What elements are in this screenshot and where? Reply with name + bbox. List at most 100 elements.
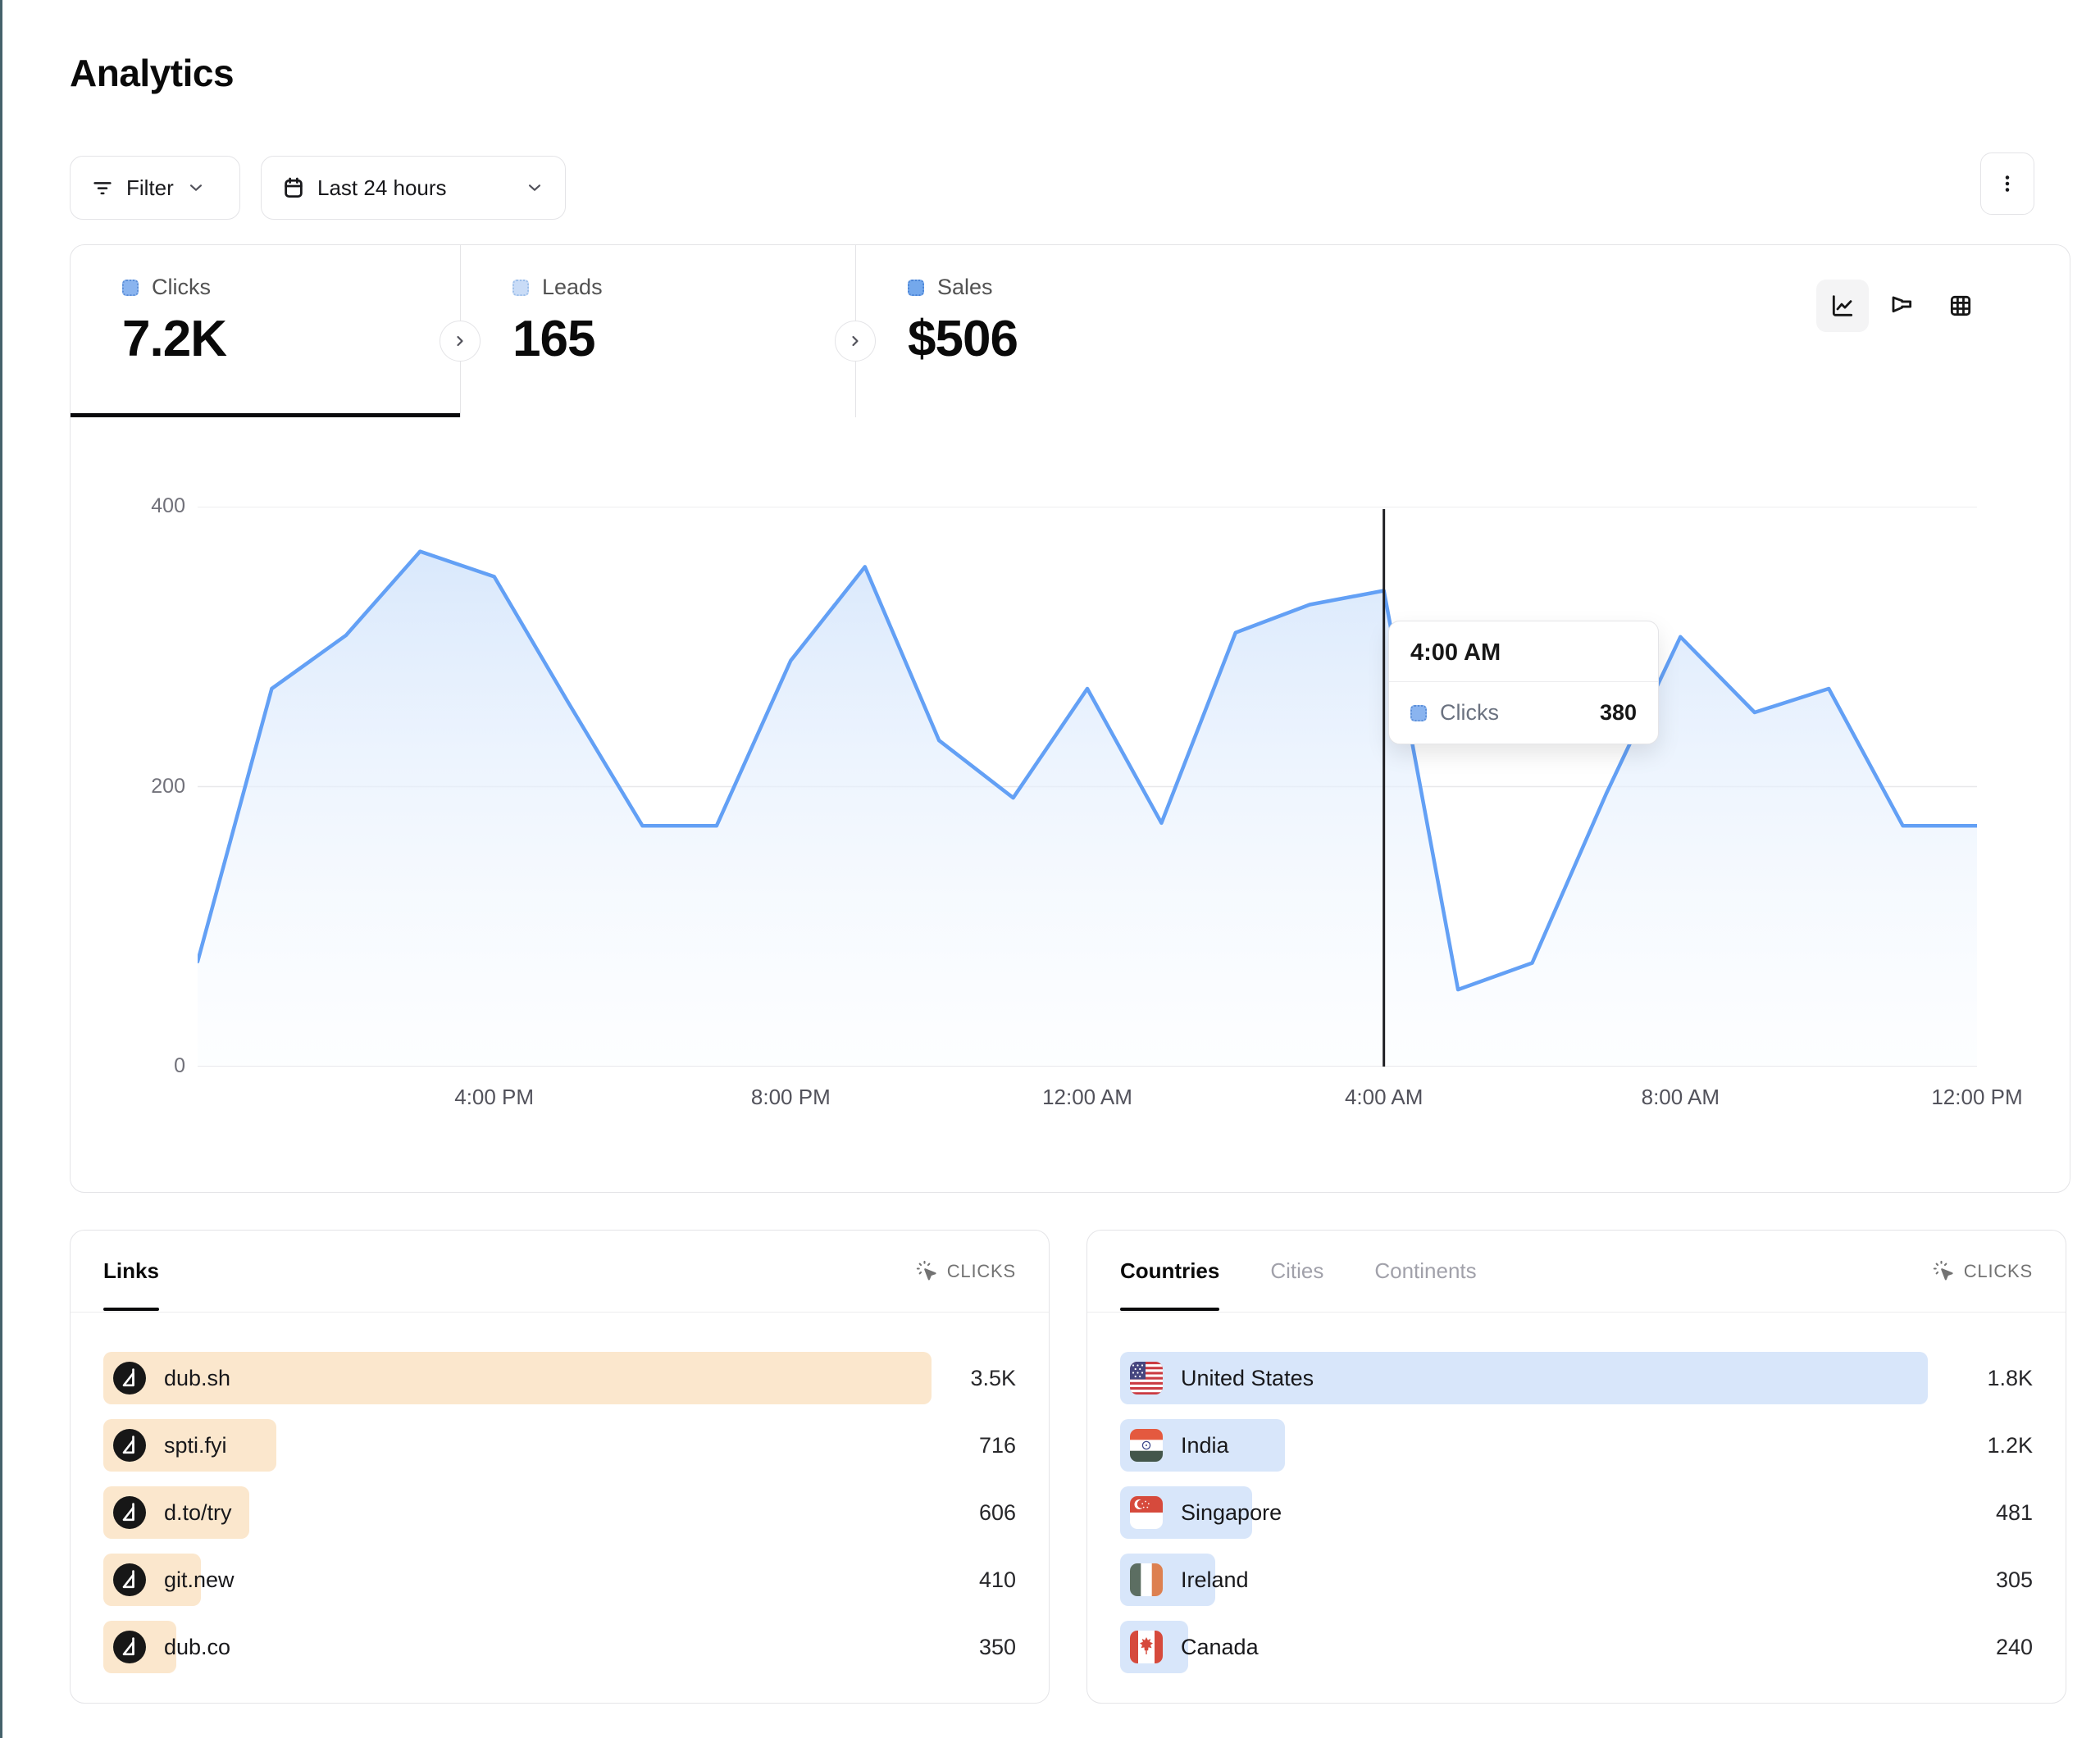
clicks-legend-square bbox=[1410, 705, 1427, 721]
link-label: dub.sh bbox=[164, 1366, 230, 1391]
country-label: Singapore bbox=[1181, 1500, 1282, 1526]
filter-button[interactable]: Filter bbox=[70, 156, 240, 220]
dub-favicon-icon bbox=[113, 1563, 146, 1596]
legend-square bbox=[122, 280, 139, 296]
stat-value: 165 bbox=[512, 310, 855, 368]
ca-flag-icon bbox=[1130, 1631, 1163, 1663]
stat-label: Leads bbox=[542, 275, 603, 300]
country-row[interactable]: India1.2K bbox=[1120, 1419, 2033, 1472]
link-clicks-value: 410 bbox=[979, 1567, 1016, 1593]
dub-favicon-icon bbox=[113, 1631, 146, 1663]
funnel-chart-icon bbox=[1888, 293, 1915, 319]
country-clicks-value: 1.8K bbox=[1987, 1366, 2033, 1391]
window-left-edge bbox=[0, 0, 2, 1738]
countries-panel: Countries Cities Continents CLICKS Unite… bbox=[1086, 1230, 2066, 1704]
filter-label: Filter bbox=[126, 175, 174, 201]
y-tick-label: 400 bbox=[103, 494, 185, 518]
link-label: spti.fyi bbox=[164, 1433, 227, 1458]
legend-square bbox=[908, 280, 924, 296]
x-tick-label: 4:00 PM bbox=[429, 1085, 560, 1110]
date-range-button[interactable]: Last 24 hours bbox=[261, 156, 566, 220]
y-tick-label: 0 bbox=[103, 1054, 185, 1078]
funnel-chart-toggle[interactable] bbox=[1875, 280, 1928, 332]
link-clicks-value: 716 bbox=[979, 1433, 1016, 1458]
country-clicks-value: 1.2K bbox=[1987, 1433, 2033, 1458]
analytics-page: Analytics Filter Last 24 hours Clicks 7.2… bbox=[0, 0, 2100, 1738]
stat-label: Sales bbox=[937, 275, 993, 300]
tooltip-time: 4:00 AM bbox=[1389, 621, 1658, 682]
more-menu-button[interactable] bbox=[1980, 152, 2034, 215]
x-tick-label: 8:00 AM bbox=[1615, 1085, 1746, 1110]
country-label: Ireland bbox=[1181, 1567, 1249, 1593]
link-clicks-value: 350 bbox=[979, 1635, 1016, 1660]
countries-metric-selector[interactable]: CLICKS bbox=[1933, 1260, 2033, 1283]
legend-square bbox=[512, 280, 529, 296]
x-tick-label: 12:00 AM bbox=[1022, 1085, 1153, 1110]
country-label: Canada bbox=[1181, 1635, 1259, 1660]
country-clicks-value: 240 bbox=[1996, 1635, 2033, 1660]
table-toggle[interactable] bbox=[1934, 280, 1987, 332]
us-flag-icon bbox=[1130, 1362, 1163, 1394]
country-row[interactable]: Canada 240 bbox=[1120, 1621, 2033, 1673]
link-row[interactable]: d.to/try 606 bbox=[103, 1486, 1016, 1539]
link-clicks-value: 3.5K bbox=[970, 1366, 1016, 1391]
x-tick-label: 12:00 PM bbox=[1911, 1085, 2043, 1110]
country-clicks-value: 481 bbox=[1996, 1500, 2033, 1526]
links-rows: dub.sh 3.5K spti.fyi 716 d.to/try 606 git.new 4… bbox=[71, 1313, 1049, 1673]
tooltip-value: 380 bbox=[1600, 700, 1637, 726]
tab-cities[interactable]: Cities bbox=[1270, 1258, 1323, 1284]
ie-flag-icon bbox=[1130, 1563, 1163, 1596]
in-flag-icon bbox=[1130, 1429, 1163, 1462]
link-row[interactable]: git.new 410 bbox=[103, 1554, 1016, 1606]
chart-tooltip: 4:00 AM Clicks 380 bbox=[1388, 621, 1659, 744]
stat-label: Clicks bbox=[152, 275, 211, 300]
analytics-card: Clicks7.2KLeads165Sales$506 bbox=[70, 244, 2070, 1193]
calendar-icon bbox=[281, 175, 306, 200]
stat-tab-clicks[interactable]: Clicks 7.2K bbox=[71, 245, 460, 417]
kebab-icon bbox=[1995, 171, 2020, 196]
stat-tab-leads[interactable]: Leads 165 bbox=[460, 245, 855, 417]
area-fill bbox=[198, 552, 1977, 1067]
link-label: git.new bbox=[164, 1567, 235, 1593]
country-row[interactable]: United States 1.8K bbox=[1120, 1352, 2033, 1404]
filter-icon bbox=[90, 175, 115, 200]
area-chart bbox=[198, 507, 1977, 1067]
expand-leads-button[interactable] bbox=[835, 321, 876, 362]
line-chart-toggle[interactable] bbox=[1816, 280, 1869, 332]
chevron-down-icon bbox=[185, 177, 207, 198]
expand-clicks-button[interactable] bbox=[440, 321, 481, 362]
links-panel: Links CLICKS dub.sh 3.5K spti.fyi 716 d.to/t… bbox=[70, 1230, 1050, 1704]
link-row[interactable]: dub.co350 bbox=[103, 1621, 1016, 1673]
date-range-label: Last 24 hours bbox=[317, 175, 447, 201]
links-metric-label: CLICKS bbox=[947, 1261, 1016, 1282]
cursor-click-icon bbox=[1933, 1260, 1956, 1283]
link-row[interactable]: spti.fyi 716 bbox=[103, 1419, 1016, 1472]
dub-favicon-icon bbox=[113, 1429, 146, 1462]
stat-value: 7.2K bbox=[122, 310, 460, 368]
countries-metric-label: CLICKS bbox=[1964, 1261, 2033, 1282]
link-clicks-value: 606 bbox=[979, 1500, 1016, 1526]
x-tick-label: 8:00 PM bbox=[725, 1085, 856, 1110]
country-label: United States bbox=[1181, 1366, 1314, 1391]
countries-rows: United States 1.8K India1.2K Singapore 481 Ir… bbox=[1087, 1313, 2066, 1673]
country-clicks-value: 305 bbox=[1996, 1567, 2033, 1593]
country-row[interactable]: Ireland 305 bbox=[1120, 1554, 2033, 1606]
stats-tabs: Clicks7.2KLeads165Sales$506 bbox=[71, 245, 2070, 417]
y-tick-label: 200 bbox=[103, 775, 185, 798]
dub-favicon-icon bbox=[113, 1496, 146, 1529]
page-title: Analytics bbox=[70, 51, 234, 95]
chart-view-toggles bbox=[1816, 280, 1987, 332]
tab-links[interactable]: Links bbox=[103, 1258, 159, 1284]
tab-continents[interactable]: Continents bbox=[1374, 1258, 1476, 1284]
line-chart-icon bbox=[1829, 293, 1856, 319]
cursor-click-icon bbox=[916, 1260, 939, 1283]
country-row[interactable]: Singapore 481 bbox=[1120, 1486, 2033, 1539]
countries-panel-header: Countries Cities Continents CLICKS bbox=[1087, 1231, 2066, 1313]
link-label: d.to/try bbox=[164, 1500, 232, 1526]
table-grid-icon bbox=[1947, 293, 1974, 319]
link-row[interactable]: dub.sh 3.5K bbox=[103, 1352, 1016, 1404]
links-metric-selector[interactable]: CLICKS bbox=[916, 1260, 1016, 1283]
chevron-down-icon bbox=[524, 177, 545, 198]
tab-countries[interactable]: Countries bbox=[1120, 1258, 1219, 1284]
clicks-time-series-chart[interactable]: 400 200 0 4:00 PM 8:00 PM 12:00 AM 4:00 AM 8:0… bbox=[71, 417, 2070, 1192]
